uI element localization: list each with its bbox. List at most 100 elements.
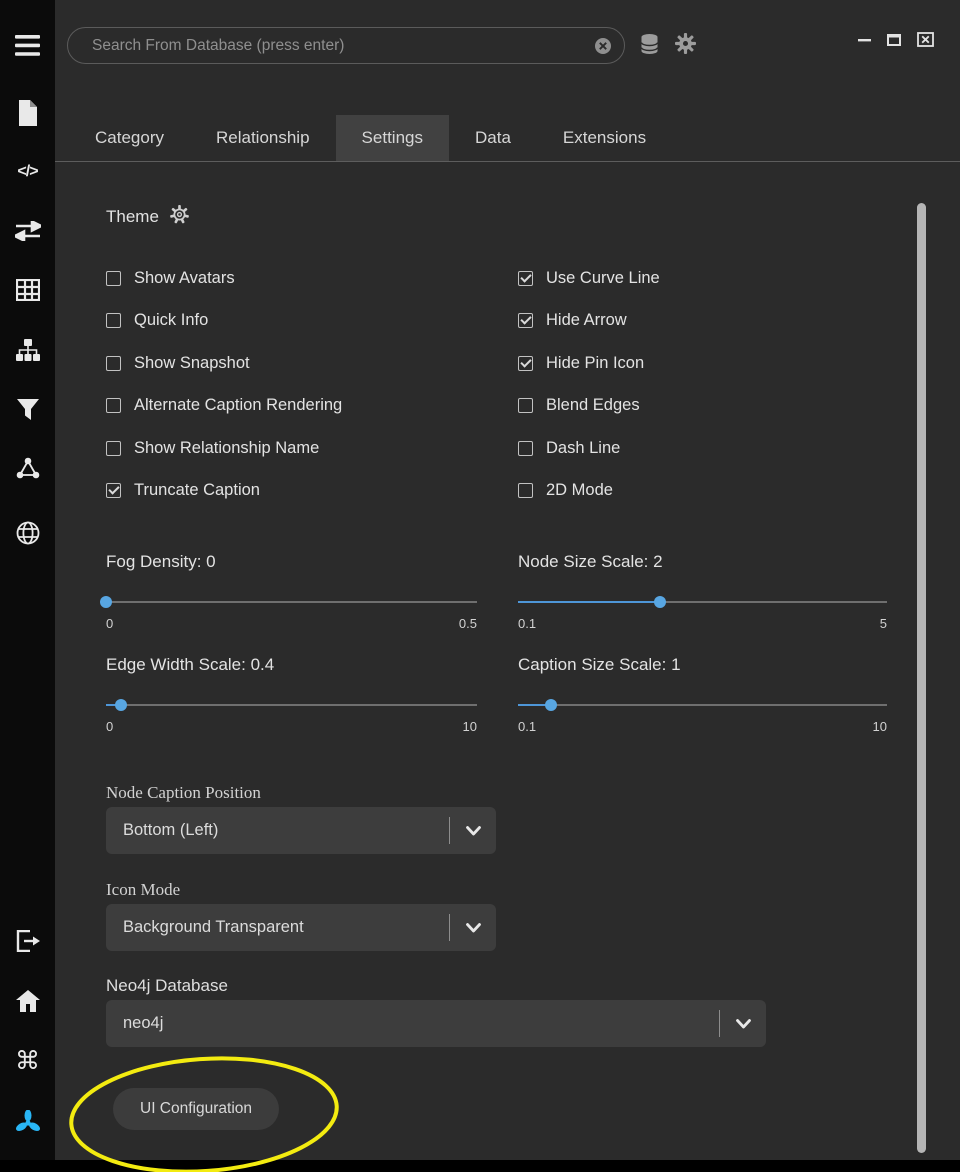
checkbox-row[interactable]: 2D Mode xyxy=(518,470,660,513)
checkbox-row[interactable]: Hide Arrow xyxy=(518,300,660,343)
ui-configuration-button[interactable]: UI Configuration xyxy=(113,1088,279,1130)
checkbox-label: Show Snapshot xyxy=(134,354,250,373)
checkbox-label: Hide Arrow xyxy=(546,311,627,330)
checkbox-row[interactable]: Hide Pin Icon xyxy=(518,342,660,385)
checkbox-column-left: Show Avatars Quick Info Show Snapshot Al… xyxy=(106,257,342,512)
dropdown-neo4j-database[interactable]: neo4j xyxy=(106,1000,766,1047)
dropdown-label-icon-mode: Icon Mode xyxy=(106,880,180,900)
chevron-down-icon[interactable] xyxy=(450,923,496,933)
checkbox-column-right: Use Curve Line Hide Arrow Hide Pin Icon … xyxy=(518,257,660,512)
checkbox[interactable] xyxy=(518,271,533,286)
checkbox[interactable] xyxy=(518,356,533,371)
search-bar[interactable] xyxy=(67,27,625,64)
dropdown-label-neo4j-database: Neo4j Database xyxy=(106,976,228,996)
dropdown-value: Background Transparent xyxy=(123,918,449,937)
checkbox-row[interactable]: Dash Line xyxy=(518,427,660,470)
dropdown-node-caption-position[interactable]: Bottom (Left) xyxy=(106,807,496,854)
fan-icon[interactable] xyxy=(0,1110,55,1136)
checkbox-row[interactable]: Show Relationship Name xyxy=(106,427,342,470)
sidebar: </> ⌘ xyxy=(0,0,55,1172)
theme-row: Theme xyxy=(106,205,189,229)
logout-icon[interactable] xyxy=(0,930,55,952)
slider-handle[interactable] xyxy=(115,699,127,711)
tab-divider xyxy=(55,161,960,162)
command-icon[interactable]: ⌘ xyxy=(0,1048,55,1074)
checkbox[interactable] xyxy=(518,441,533,456)
home-icon[interactable] xyxy=(0,990,55,1012)
dropdown-icon-mode[interactable]: Background Transparent xyxy=(106,904,496,951)
slider-handle[interactable] xyxy=(654,596,666,608)
checkbox[interactable] xyxy=(106,271,121,286)
slider-track[interactable] xyxy=(518,699,887,711)
swap-arrows-icon[interactable] xyxy=(0,221,55,241)
checkbox[interactable] xyxy=(106,356,121,371)
checkbox-row[interactable]: Blend Edges xyxy=(518,385,660,428)
checkbox-label: 2D Mode xyxy=(546,481,613,500)
checkbox-label: Blend Edges xyxy=(546,396,640,415)
maximize-icon[interactable] xyxy=(887,33,902,47)
chevron-down-icon[interactable] xyxy=(450,826,496,836)
code-icon[interactable]: </> xyxy=(0,160,55,184)
slider-label: Edge Width Scale: 0.4 xyxy=(106,655,477,675)
scrollbar[interactable] xyxy=(917,203,926,1153)
checkbox[interactable] xyxy=(518,313,533,328)
slider-edge-width-scale: Edge Width Scale: 0.4 0 10 xyxy=(106,655,477,734)
checkbox[interactable] xyxy=(106,483,121,498)
checkbox-label: Hide Pin Icon xyxy=(546,354,644,373)
slider-min: 0.1 xyxy=(518,616,536,631)
filter-icon[interactable] xyxy=(0,399,55,421)
clear-icon[interactable] xyxy=(594,37,612,55)
slider-label: Node Size Scale: 2 xyxy=(518,552,887,572)
tab-relationship[interactable]: Relationship xyxy=(190,115,336,161)
checkbox-label: Show Avatars xyxy=(134,269,235,288)
search-input[interactable] xyxy=(92,37,594,55)
slider-track[interactable] xyxy=(106,596,477,608)
bottom-edge xyxy=(0,1160,960,1172)
menu-icon[interactable] xyxy=(0,34,55,56)
slider-handle[interactable] xyxy=(100,596,112,608)
sitemap-icon[interactable] xyxy=(0,339,55,361)
checkbox[interactable] xyxy=(106,441,121,456)
globe-icon[interactable] xyxy=(0,521,55,545)
tab-extensions[interactable]: Extensions xyxy=(537,115,672,161)
dropdown-value: neo4j xyxy=(123,1014,719,1033)
slider-track[interactable] xyxy=(106,699,477,711)
slider-track[interactable] xyxy=(518,596,887,608)
tab-settings[interactable]: Settings xyxy=(336,115,449,161)
table-icon[interactable] xyxy=(0,279,55,301)
checkbox-label: Show Relationship Name xyxy=(134,439,319,458)
checkbox-row[interactable]: Quick Info xyxy=(106,300,342,343)
checkbox-label: Alternate Caption Rendering xyxy=(134,396,342,415)
checkbox[interactable] xyxy=(106,313,121,328)
slider-min: 0 xyxy=(106,719,113,734)
slider-fog-density: Fog Density: 0 0 0.5 xyxy=(106,552,477,631)
checkbox-row[interactable]: Show Snapshot xyxy=(106,342,342,385)
slider-min: 0.1 xyxy=(518,719,536,734)
graph-icon[interactable] xyxy=(0,457,55,479)
tab-data[interactable]: Data xyxy=(449,115,537,161)
checkbox-row[interactable]: Show Avatars xyxy=(106,257,342,300)
checkbox[interactable] xyxy=(106,398,121,413)
slider-handle[interactable] xyxy=(545,699,557,711)
tab-category[interactable]: Category xyxy=(69,115,190,161)
slider-max: 10 xyxy=(873,719,887,734)
window-controls xyxy=(858,32,934,47)
slider-max: 10 xyxy=(463,719,477,734)
chevron-down-icon[interactable] xyxy=(720,1019,766,1029)
checkbox-row[interactable]: Use Curve Line xyxy=(518,257,660,300)
checkbox[interactable] xyxy=(518,483,533,498)
gear-icon[interactable] xyxy=(675,33,696,59)
minimize-icon[interactable] xyxy=(858,33,872,47)
slider-max: 5 xyxy=(880,616,887,631)
close-icon[interactable] xyxy=(917,32,934,47)
checkbox-label: Truncate Caption xyxy=(134,481,260,500)
slider-label: Fog Density: 0 xyxy=(106,552,477,572)
checkbox-row[interactable]: Alternate Caption Rendering xyxy=(106,385,342,428)
database-icon[interactable] xyxy=(640,33,659,60)
checkbox-row[interactable]: Truncate Caption xyxy=(106,470,342,513)
file-icon[interactable] xyxy=(0,100,55,126)
checkbox[interactable] xyxy=(518,398,533,413)
tab-bar: Category Relationship Settings Data Exte… xyxy=(69,115,672,161)
gear-outline-icon[interactable] xyxy=(170,205,189,229)
slider-min: 0 xyxy=(106,616,113,631)
